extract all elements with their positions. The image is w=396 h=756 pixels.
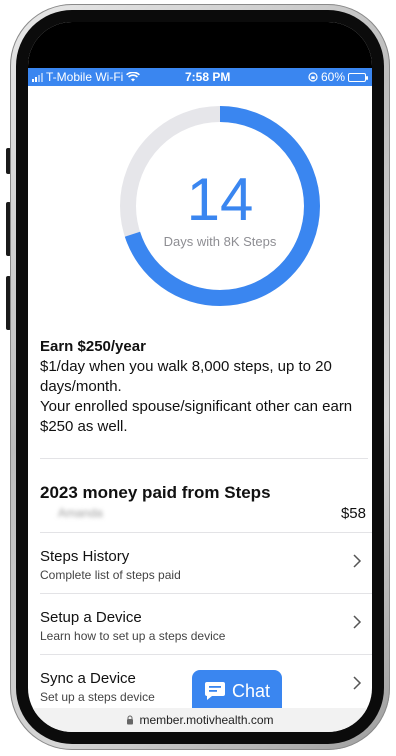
chevron-right-icon <box>353 554 362 568</box>
browser-url-bar[interactable]: member.motivhealth.com <box>28 708 372 732</box>
member-name-blurred: Amanda <box>58 506 103 520</box>
section-divider <box>40 458 368 459</box>
list-item-steps-history[interactable]: Steps History Complete list of steps pai… <box>28 534 372 594</box>
list-item-setup-device[interactable]: Setup a Device Learn how to set up a ste… <box>28 595 372 655</box>
money-paid-amount: $58 <box>340 505 366 522</box>
status-time: 7:58 PM <box>185 70 231 84</box>
list-item-title: Setup a Device <box>40 609 142 626</box>
wifi-icon <box>126 72 141 82</box>
chevron-right-icon <box>353 676 362 690</box>
list-item-subtitle: Learn how to set up a steps device <box>40 629 226 643</box>
status-left: T-Mobile Wi-Fi <box>32 70 141 84</box>
earn-description: $1/day when you walk 8,000 steps, up to … <box>40 358 332 395</box>
earn-section: Earn $250/year $1/day when you walk 8,00… <box>40 337 368 437</box>
earn-spouse-note: Your enrolled spouse/significant other c… <box>40 398 353 435</box>
battery-icon <box>348 72 368 82</box>
phone-mockup: T-Mobile Wi-Fi 7:58 PM 60% 14 Days with … <box>0 0 396 756</box>
list-item-subtitle: Complete list of steps paid <box>40 568 181 582</box>
list-item-title: Steps History <box>40 548 130 565</box>
chat-bubble-icon <box>204 682 225 700</box>
status-right: 60% <box>308 70 368 84</box>
battery-percent: 60% <box>320 70 345 84</box>
steps-days-count: 14 <box>186 166 254 233</box>
lock-icon <box>127 715 134 725</box>
earn-title: Earn $250/year <box>40 338 146 355</box>
list-item-subtitle: Set up a steps device <box>40 690 155 704</box>
status-bar: T-Mobile Wi-Fi 7:58 PM 60% <box>28 68 372 86</box>
cellular-signal-icon <box>32 72 43 82</box>
steps-days-caption: Days with 8K Steps <box>163 234 277 249</box>
list-item-title: Sync a Device <box>40 670 136 687</box>
carrier-label: T-Mobile Wi-Fi <box>46 70 124 84</box>
browser-url: member.motivhealth.com <box>139 713 274 727</box>
phone-screen: T-Mobile Wi-Fi 7:58 PM 60% 14 Days with … <box>28 22 372 732</box>
list-divider <box>40 532 372 533</box>
steps-progress-ring: 14 Days with 8K Steps <box>116 102 324 310</box>
orientation-lock-icon <box>308 72 318 82</box>
chevron-right-icon <box>353 615 362 629</box>
money-paid-title: 2023 money paid from Steps <box>40 483 271 502</box>
list-divider <box>40 593 372 594</box>
chat-button[interactable]: Chat <box>192 670 282 712</box>
list-divider <box>40 654 372 655</box>
chat-button-label: Chat <box>231 680 271 701</box>
dynamic-island <box>151 24 279 60</box>
